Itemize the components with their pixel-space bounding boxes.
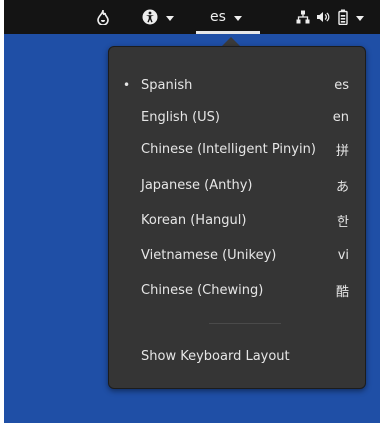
chevron-down-icon (233, 15, 242, 21)
menu-item-vietnamese-unikey[interactable]: Vietnamese (Unikey) vi (109, 239, 365, 271)
network-icon-svg (296, 10, 310, 24)
system-menu-button[interactable] (338, 0, 364, 34)
menu-item-label: Show Keyboard Layout (141, 348, 290, 364)
screen: es • Spanish es English (US) en Chinese … (0, 0, 380, 423)
flame-icon-svg (97, 9, 109, 25)
menu-item-label: Japanese (Anthy) (141, 177, 253, 193)
battery-icon (338, 9, 348, 25)
menu-item-label: Chinese (Chewing) (141, 282, 264, 298)
menu-item-label: Korean (Hangul) (141, 212, 247, 228)
menu-pointer-arrow (222, 37, 240, 46)
accessibility-icon (142, 9, 158, 25)
chevron-down-icon (356, 15, 364, 21)
keyboard-layout-menu: • Spanish es English (US) en Chinese (In… (108, 46, 366, 389)
menu-item-english-us[interactable]: English (US) en (109, 101, 365, 133)
active-indicator-underline (196, 31, 260, 34)
menu-item-chinese-intelligent-pinyin[interactable]: Chinese (Intelligent Pinyin) 拼 (109, 133, 365, 165)
menu-item-code: あ (335, 179, 349, 195)
network-icon[interactable] (296, 0, 310, 34)
top-bar: es (4, 0, 380, 34)
volume-icon[interactable] (316, 0, 330, 34)
keyboard-layout-button[interactable]: es (210, 0, 242, 34)
menu-item-code: es (334, 77, 349, 93)
menu-item-label: Spanish (141, 77, 193, 93)
menu-item-label: Chinese (Intelligent Pinyin) (141, 141, 316, 157)
menu-item-code: 酷 (335, 284, 349, 300)
menu-item-korean-hangul[interactable]: Korean (Hangul) 한 (109, 204, 365, 236)
menu-item-code: en (332, 109, 349, 125)
chevron-down-icon (166, 15, 174, 21)
menu-separator (209, 323, 281, 324)
menu-item-label: Vietnamese (Unikey) (141, 247, 277, 263)
menu-item-code: 한 (337, 214, 349, 230)
accessibility-menu-button[interactable] (142, 0, 174, 34)
keyboard-layout-label: es (210, 9, 226, 25)
menu-item-label: English (US) (141, 109, 220, 125)
menu-item-code: vi (337, 247, 349, 263)
menu-item-code: 拼 (335, 143, 349, 159)
active-bullet-icon: • (123, 78, 131, 92)
menu-item-japanese-anthy[interactable]: Japanese (Anthy) あ (109, 169, 365, 201)
show-keyboard-layout-item[interactable]: Show Keyboard Layout (109, 340, 365, 372)
volume-icon-svg (317, 12, 330, 22)
flame-icon[interactable] (96, 0, 110, 34)
menu-item-spanish[interactable]: • Spanish es (109, 69, 365, 101)
menu-item-chinese-chewing[interactable]: Chinese (Chewing) 酷 (109, 274, 365, 306)
